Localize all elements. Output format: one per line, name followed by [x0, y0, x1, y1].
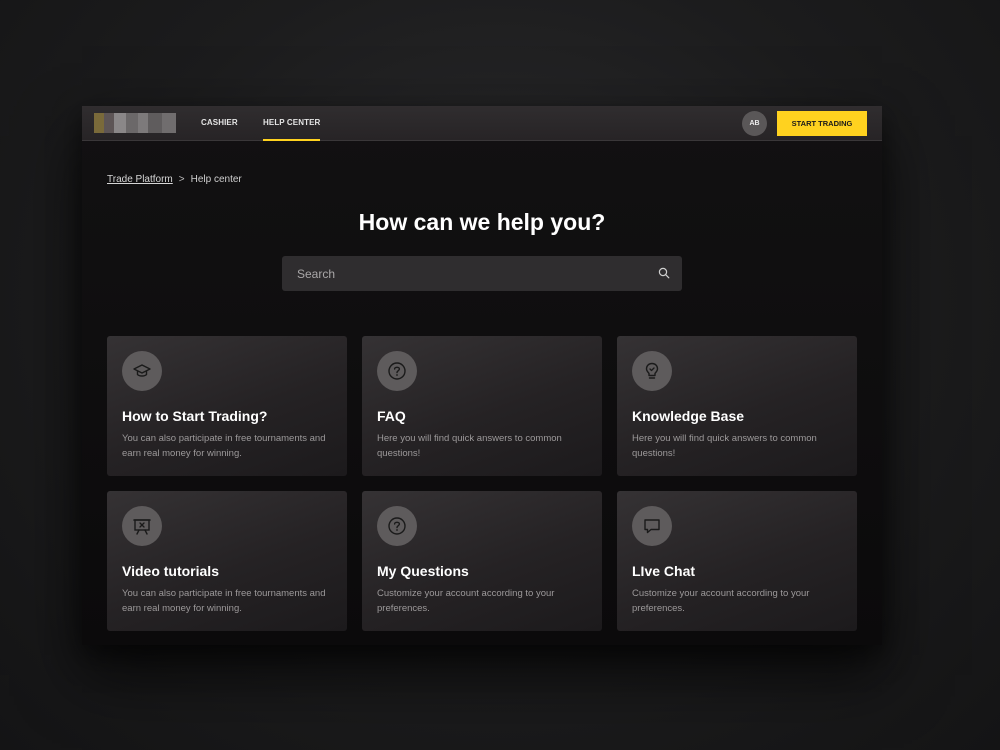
search-input[interactable] [282, 256, 642, 291]
nav-help-center[interactable]: HELP CENTER [263, 106, 321, 141]
page-title: How can we help you? [358, 209, 606, 235]
card-description: Here you will find quick answers to comm… [632, 433, 817, 459]
card-description: Here you will find quick answers to comm… [377, 433, 562, 459]
chat-bubble-icon [632, 506, 672, 546]
card-title: How to Start Trading? [122, 408, 268, 424]
card-title: FAQ [377, 408, 406, 424]
breadcrumb: Trade Platform > Help center [107, 174, 242, 185]
graduation-cap-icon [122, 351, 162, 391]
presentation-icon [122, 506, 162, 546]
brand-logo[interactable] [94, 113, 176, 133]
search-box [282, 256, 682, 291]
card-my-questions[interactable]: My Questions Customize your account acco… [362, 491, 602, 631]
card-title: LIve Chat [632, 563, 696, 579]
card-description: You can also participate in free tournam… [122, 433, 326, 459]
start-trading-button[interactable]: START TRADING [777, 111, 867, 136]
card-knowledge-base[interactable]: Knowledge Base Here you will find quick … [617, 336, 857, 476]
breadcrumb-separator: > [178, 174, 185, 185]
card-description: You can also participate in free tournam… [122, 588, 326, 614]
breadcrumb-current: Help center [190, 174, 242, 185]
top-navbar: CASHIER HELP CENTER AB START TRADING [82, 106, 882, 141]
card-title: Video tutorials [122, 563, 219, 579]
question-circle-icon [377, 506, 417, 546]
card-how-to-start-trading[interactable]: How to Start Trading? You can also parti… [107, 336, 347, 476]
card-video-tutorials[interactable]: Video tutorials You can also participate… [107, 491, 347, 631]
lightbulb-icon [632, 351, 672, 391]
card-description: Customize your account according to your… [632, 588, 810, 614]
card-faq[interactable]: FAQ Here you will find quick answers to … [362, 336, 602, 476]
question-circle-icon [377, 351, 417, 391]
card-live-chat[interactable]: LIve Chat Customize your account accordi… [617, 491, 857, 631]
breadcrumb-link-trade-platform[interactable]: Trade Platform [107, 174, 173, 185]
card-title: Knowledge Base [632, 408, 745, 424]
card-description: Customize your account according to your… [377, 588, 555, 614]
app-window: CASHIER HELP CENTER AB START TRADING Tra… [82, 106, 882, 645]
user-avatar[interactable]: AB [742, 111, 767, 136]
card-title: My Questions [377, 563, 469, 579]
search-icon[interactable] [658, 267, 670, 279]
nav-cashier[interactable]: CASHIER [201, 106, 238, 141]
